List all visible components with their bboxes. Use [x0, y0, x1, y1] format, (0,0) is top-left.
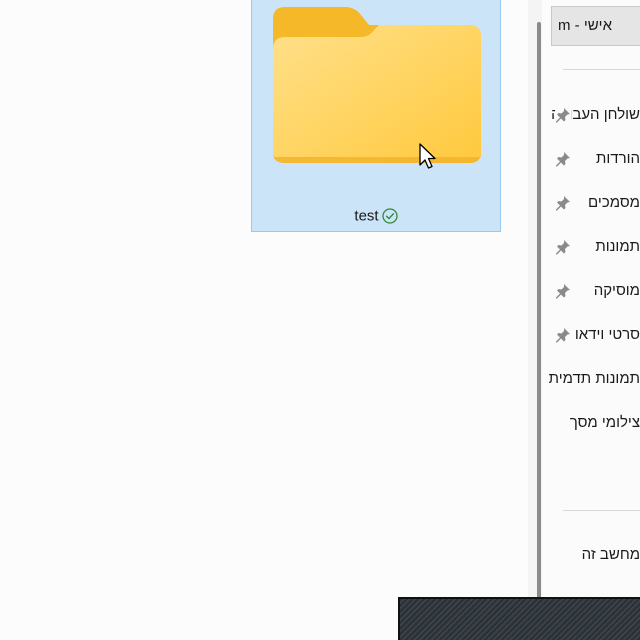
nav-item-label: צילומי מסך	[569, 414, 640, 431]
nav-item-label: תמונות	[595, 238, 640, 255]
pin-icon	[555, 327, 571, 343]
nav-item-label: סרטי וידאו	[574, 326, 640, 343]
navigation-pane: m - אישי שולחן העבודה הורדות מסמכים תמונ…	[549, 0, 640, 600]
nav-item-label: הורדות	[596, 150, 640, 167]
nav-separator	[563, 510, 640, 511]
nav-item-label: מוסיקה	[593, 282, 640, 299]
file-explorer-window: test m - אישי שולחן העבודה הורדות מסמכים…	[0, 0, 640, 640]
folder-icon	[273, 7, 481, 163]
nav-item-profile-pictures[interactable]: תמונות תדמית מ	[549, 362, 640, 396]
folder-item-test[interactable]: test	[251, 0, 501, 232]
nav-item-desktop[interactable]: שולחן העבודה	[549, 98, 640, 132]
nav-item-music[interactable]: מוסיקה	[549, 274, 640, 308]
pin-icon	[555, 151, 571, 167]
folder-label[interactable]: test	[252, 207, 500, 225]
pin-icon	[555, 239, 571, 255]
nav-item-onedrive-personal[interactable]: m - אישי	[551, 6, 640, 46]
nav-item-videos[interactable]: סרטי וידאו	[549, 318, 640, 352]
nav-separator	[563, 69, 640, 70]
nav-item-this-pc[interactable]: מחשב זה	[549, 538, 640, 572]
nav-item-downloads[interactable]: הורדות	[549, 142, 640, 176]
nav-item-label: תמונות תדמית מ	[549, 370, 640, 387]
scrollbar-thumb[interactable]	[537, 22, 541, 600]
dark-window-overlay[interactable]	[398, 597, 640, 640]
sync-ok-check-icon	[381, 208, 398, 224]
nav-item-documents[interactable]: מסמכים	[549, 186, 640, 220]
pin-icon	[555, 107, 571, 123]
pin-icon	[555, 283, 571, 299]
nav-item-label: מסמכים	[588, 194, 640, 211]
nav-item-screenshots[interactable]: צילומי מסך	[549, 406, 640, 440]
nav-item-label: מחשב זה	[581, 546, 640, 563]
folder-name: test	[354, 207, 379, 225]
pin-icon	[555, 195, 571, 211]
nav-item-pictures[interactable]: תמונות	[549, 230, 640, 264]
mouse-cursor-icon	[419, 143, 436, 169]
